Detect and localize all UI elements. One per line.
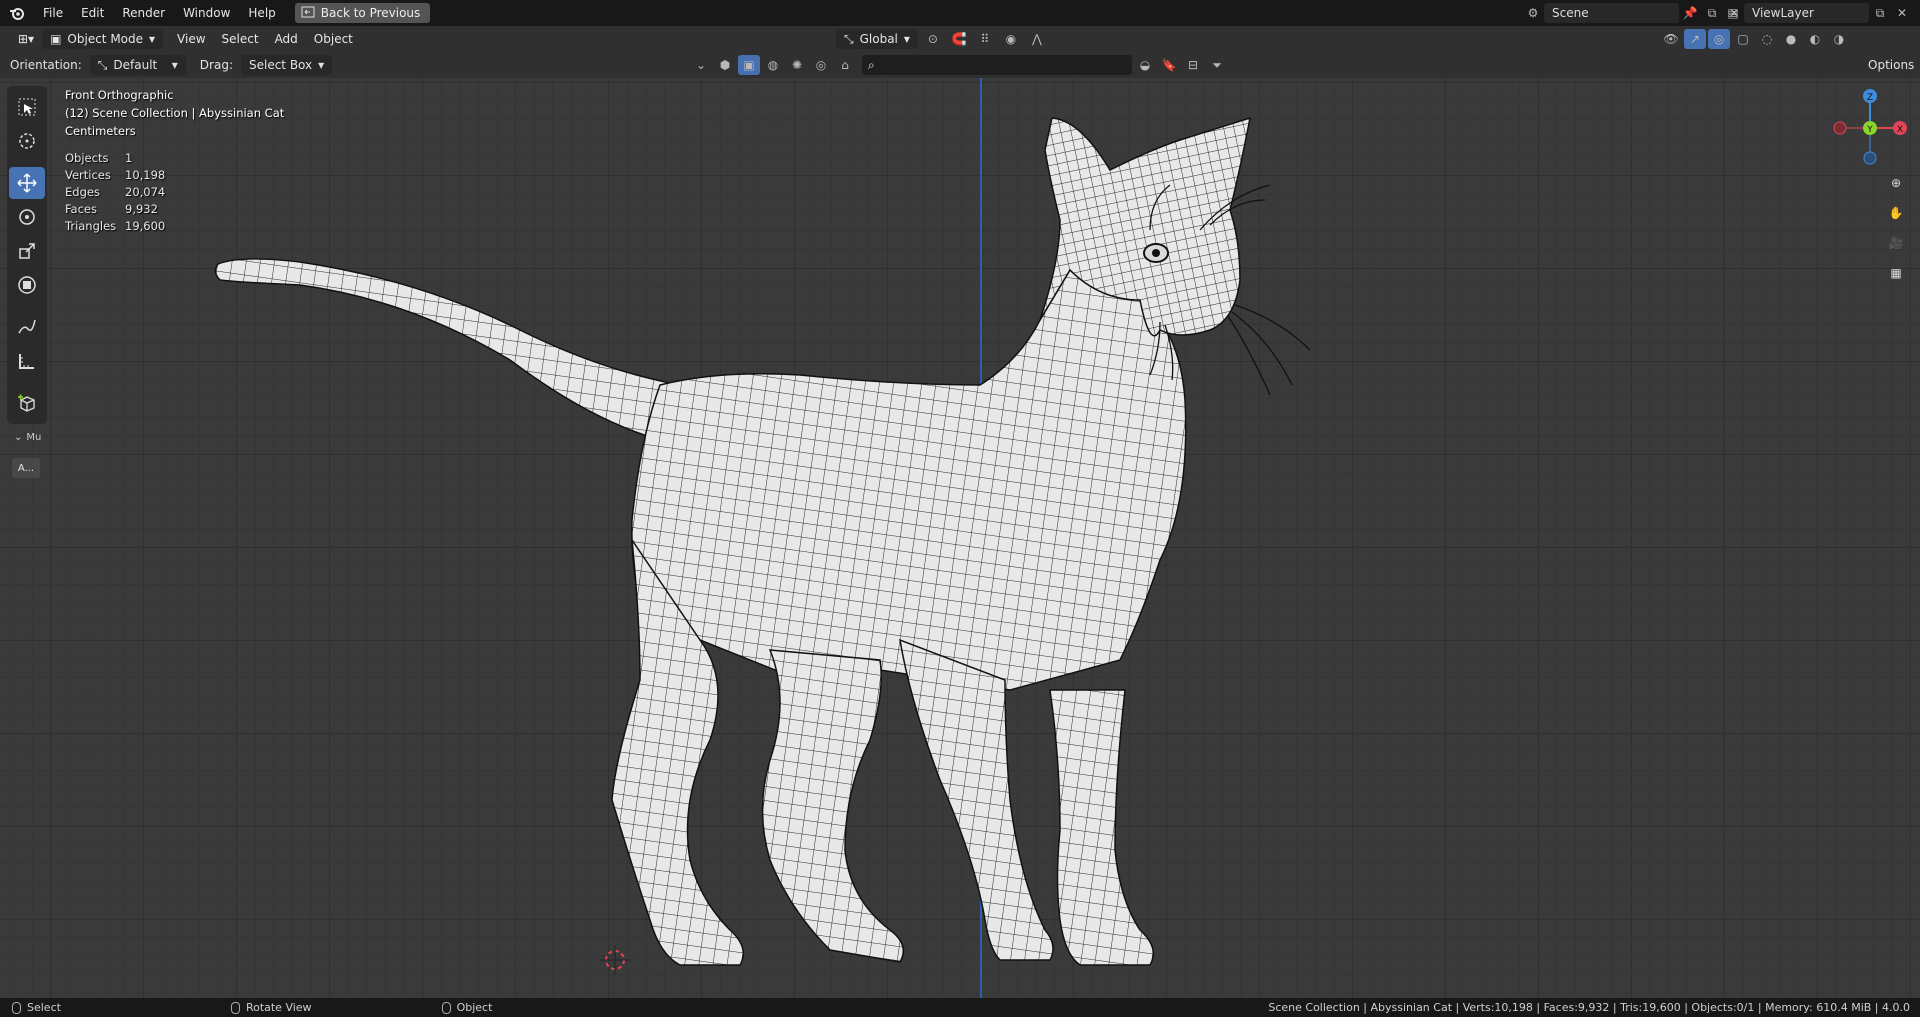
status-info: Scene Collection | Abyssinian Cat | Vert… (1268, 1001, 1910, 1014)
mouse-left-icon (12, 1001, 21, 1014)
status-rotate-label: Rotate View (245, 1001, 312, 1014)
pan-hand-icon[interactable]: ✋ (1883, 200, 1909, 226)
status-select: Select (12, 1001, 61, 1014)
camera-icon[interactable]: 🎥 (1883, 230, 1909, 256)
zoom-icon[interactable]: ⊕ (1883, 170, 1909, 196)
z-axis-label: Z (1867, 93, 1873, 103)
navigation-gizmo[interactable]: Z X Y (1825, 86, 1915, 176)
status-rotate: Rotate View (230, 1001, 312, 1014)
status-bar: Select Rotate View Object Scene Collecti… (0, 998, 1920, 1017)
mouse-right-icon (441, 1001, 451, 1014)
status-object-label: Object (456, 1001, 493, 1014)
mouse-middle-icon (230, 1001, 240, 1014)
cat-mesh-model[interactable] (0, 0, 1920, 1017)
y-axis-label: Y (1866, 125, 1873, 135)
x-axis-label: X (1897, 125, 1903, 135)
status-object: Object (441, 1001, 493, 1014)
status-select-label: Select (27, 1001, 61, 1014)
3d-cursor-icon (600, 945, 630, 975)
perspective-grid-icon[interactable]: ▦ (1883, 260, 1909, 286)
